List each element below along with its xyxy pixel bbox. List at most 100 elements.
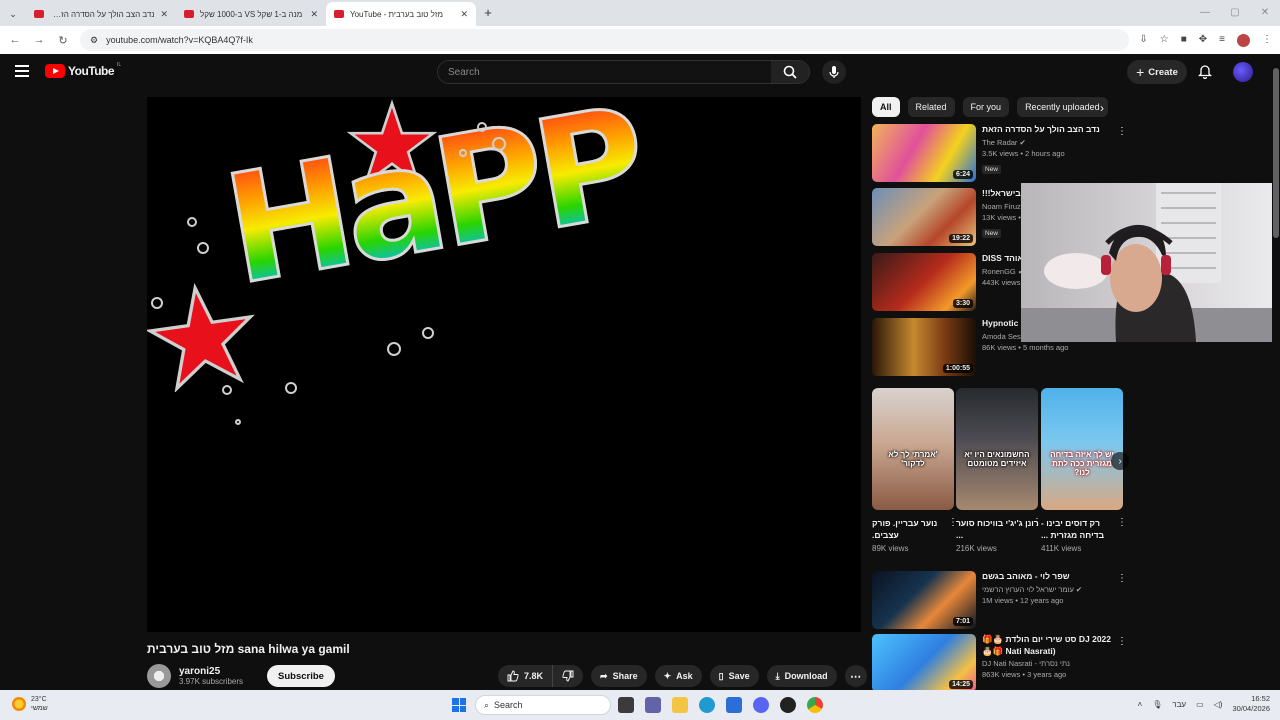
list-item[interactable]: 14:25 DJ 2022 סט שירי יום הולדת 🎂🎁 (Nati… bbox=[872, 634, 1127, 692]
more-vert-icon[interactable]: ⋮ bbox=[1117, 573, 1127, 584]
taskbar-search-label: Search bbox=[494, 700, 523, 710]
network-icon[interactable]: ▭ bbox=[1196, 700, 1204, 709]
chip-related[interactable]: Related bbox=[907, 97, 955, 117]
close-window-icon[interactable]: ✕ bbox=[1250, 0, 1280, 26]
download-button[interactable]: ⤓ Download bbox=[766, 665, 837, 687]
video-thumbnail[interactable]: 14:25 bbox=[872, 634, 976, 692]
browser-tab-1[interactable]: נדב הצב הולך על הסדרה הזאת! ✕ bbox=[26, 2, 176, 26]
chip-all[interactable]: All bbox=[872, 97, 900, 117]
taskbar-search[interactable]: ⌕ Search bbox=[475, 695, 611, 715]
more-vert-icon[interactable]: ⋮ bbox=[1117, 636, 1127, 647]
share-button[interactable]: ➦ Share bbox=[591, 665, 647, 687]
chevron-right-icon[interactable]: › bbox=[1111, 452, 1129, 470]
dislike-button[interactable] bbox=[553, 665, 583, 687]
channel-name[interactable]: yaroni25 bbox=[179, 666, 243, 677]
site-info-icon[interactable]: ⚙ bbox=[90, 35, 98, 46]
video-title[interactable]: DJ 2022 סט שירי יום הולדת 🎂🎁 (Nati Nasra… bbox=[982, 634, 1117, 657]
extension-icon[interactable]: ■ bbox=[1181, 34, 1187, 47]
store-icon[interactable] bbox=[726, 697, 742, 713]
teams-icon[interactable] bbox=[645, 697, 661, 713]
create-button[interactable]: + Create bbox=[1127, 60, 1187, 84]
new-tab-button[interactable]: + bbox=[476, 2, 500, 26]
short-thumbnail[interactable]: יש לך איזה בדיחה מגזרית ככה לתת לנו? bbox=[1041, 388, 1123, 510]
video-title[interactable]: נדב הצב הולך על הסדרה הזאת bbox=[982, 124, 1117, 136]
install-icon[interactable]: ⇩ bbox=[1139, 34, 1147, 47]
more-vert-icon[interactable]: ⋮ bbox=[1117, 126, 1127, 137]
close-tab-icon[interactable]: ✕ bbox=[160, 9, 168, 20]
back-icon[interactable]: ← bbox=[8, 34, 22, 46]
video-thumbnail[interactable]: 1:00:55 bbox=[872, 318, 976, 376]
page-scrollbar[interactable] bbox=[1272, 54, 1280, 690]
short-title[interactable]: נוער עבריין. פורק עצבים. bbox=[872, 517, 956, 541]
youtube-logo[interactable]: YouTube IL bbox=[45, 62, 121, 78]
video-player[interactable]: HaPP bbox=[147, 97, 861, 632]
video-thumbnail[interactable]: 6:24 bbox=[872, 124, 976, 182]
list-item[interactable]: 7:01 שפר לוי - מאוהב בגשם ✔ עומר ישראל ל… bbox=[872, 571, 1127, 629]
close-tab-icon[interactable]: ✕ bbox=[310, 9, 318, 20]
microphone-icon[interactable]: 🎙 bbox=[1152, 700, 1162, 709]
browser-tab-3[interactable]: מזל טוב בערבית - YouTube ✕ bbox=[326, 2, 476, 26]
close-tab-icon[interactable]: ✕ bbox=[460, 9, 468, 20]
extensions-puzzle-icon[interactable]: ✥ bbox=[1199, 34, 1207, 47]
profile-avatar[interactable] bbox=[1237, 33, 1250, 47]
chip-for-you[interactable]: For you bbox=[962, 97, 1010, 117]
forward-icon[interactable]: → bbox=[32, 34, 46, 46]
clock[interactable]: 16:52 30/04/2026 bbox=[1232, 694, 1270, 714]
url-field[interactable]: ⚙ youtube.com/watch?v=KQBA4Q7f-Ik bbox=[80, 29, 1130, 51]
more-actions-button[interactable]: ⋯ bbox=[844, 665, 867, 687]
minimize-icon[interactable]: — bbox=[1190, 0, 1220, 26]
video-info: נדב הצב הולך על הסדרה הזאת The Radar ✔ 3… bbox=[982, 124, 1117, 176]
video-thumbnail[interactable]: 3:30 bbox=[872, 253, 976, 311]
like-button[interactable]: 7.8K bbox=[498, 665, 554, 687]
maximize-icon[interactable]: ▢ bbox=[1220, 0, 1250, 26]
save-button[interactable]: ▯ Save bbox=[709, 665, 759, 687]
list-item[interactable]: 6:24 נדב הצב הולך על הסדרה הזאת The Rada… bbox=[872, 124, 1127, 182]
youtube-favicon-icon bbox=[334, 10, 344, 18]
media-control-icon[interactable]: ≡ bbox=[1219, 34, 1225, 47]
duration-badge: 7:01 bbox=[952, 617, 973, 626]
tab-search-icon[interactable]: ⌄ bbox=[0, 2, 26, 26]
weather-widget[interactable]: 23°C שמשי bbox=[12, 695, 48, 713]
file-explorer-icon[interactable] bbox=[672, 697, 688, 713]
language-indicator[interactable]: עבר bbox=[1172, 700, 1186, 709]
video-meta: 3.5K views • 2 hours ago bbox=[982, 148, 1065, 158]
account-avatar[interactable] bbox=[1233, 62, 1253, 82]
ask-button[interactable]: ✦ Ask bbox=[654, 665, 702, 687]
video-thumbnail[interactable]: 7:01 bbox=[872, 571, 976, 629]
task-view-icon[interactable] bbox=[618, 697, 634, 713]
short-thumbnail[interactable]: 'אמרתי לך לא לדקור' bbox=[872, 388, 954, 510]
reload-icon[interactable]: ↻ bbox=[56, 34, 70, 47]
bubble-decoration bbox=[477, 122, 487, 132]
short-thumbnail[interactable]: החשמונאים היו יא איזידים מטומטם bbox=[956, 388, 1038, 510]
more-vert-icon[interactable]: ⋮ bbox=[1117, 517, 1127, 528]
browser-menu-icon[interactable]: ⋮ bbox=[1262, 34, 1272, 47]
bubble-decoration bbox=[151, 297, 163, 309]
discord-icon[interactable] bbox=[753, 697, 769, 713]
chevron-up-icon[interactable]: ˄ bbox=[1138, 700, 1143, 709]
edge-icon[interactable] bbox=[699, 697, 715, 713]
subscribe-button[interactable]: Subscribe bbox=[267, 665, 335, 687]
search-input[interactable]: Search bbox=[438, 61, 771, 83]
scrollbar-thumb[interactable] bbox=[1273, 68, 1279, 238]
bubble-decoration bbox=[197, 242, 209, 254]
short-caption: 'אמרתי לך לא לדקור' bbox=[888, 450, 938, 468]
video-thumbnail[interactable]: 19:22 bbox=[872, 188, 976, 246]
app-icon[interactable] bbox=[780, 697, 796, 713]
windows-taskbar: 23°C שמשי ⌕ Search ˄ 🎙 עבר ▭ ◁) 16:52 30… bbox=[0, 690, 1280, 720]
chip-recently-uploaded[interactable]: Recently uploaded bbox=[1017, 97, 1108, 117]
search-button[interactable] bbox=[771, 61, 809, 83]
short-title[interactable]: רק דוסים יבינו - בדיחה מגזרית ... bbox=[1041, 517, 1125, 541]
voice-search-button[interactable] bbox=[822, 60, 846, 84]
channel-avatar[interactable] bbox=[147, 664, 171, 688]
video-title[interactable]: שפר לוי - מאוהב בגשם bbox=[982, 571, 1117, 583]
windows-start-icon[interactable] bbox=[452, 698, 466, 712]
channel-name: The Radar ✔ bbox=[982, 137, 1026, 147]
bookmark-star-icon[interactable]: ☆ bbox=[1160, 34, 1169, 47]
chrome-icon[interactable] bbox=[807, 697, 823, 713]
notifications-bell-icon[interactable] bbox=[1197, 64, 1213, 84]
menu-icon[interactable] bbox=[15, 65, 29, 77]
chevron-right-icon[interactable]: › bbox=[1100, 101, 1104, 115]
short-title[interactable]: רונן ג'יג'י בוויכוח סוער ... bbox=[956, 517, 1040, 541]
volume-icon[interactable]: ◁) bbox=[1214, 700, 1223, 709]
browser-tab-2[interactable]: מנה ב-1 שקל VS ב-1000 שקל ✕ bbox=[176, 2, 326, 26]
